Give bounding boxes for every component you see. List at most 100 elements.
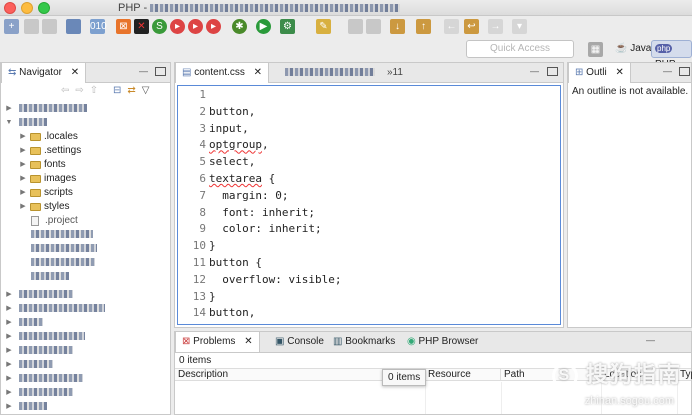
collapse-all-icon[interactable]: ⊟ [113, 85, 127, 96]
expand-icon[interactable]: ▶ [5, 102, 13, 116]
annotation-next-icon[interactable]: ↓ [390, 19, 405, 34]
tree-row[interactable]: ▶ [5, 302, 105, 316]
forward-icon[interactable]: ⇨ [75, 85, 89, 96]
maximize-window-button[interactable] [38, 2, 50, 14]
minimize-icon[interactable]: — [645, 335, 656, 346]
tree-row-scripts[interactable]: ▶ scripts [19, 186, 73, 200]
code-line[interactable]: font: inherit; [209, 206, 315, 219]
tab-console[interactable]: ▣ Console [269, 332, 330, 352]
search-icon[interactable]: ✎ [316, 19, 331, 34]
close-icon[interactable]: ✕ [71, 67, 79, 78]
tree-row[interactable]: ▶ [5, 288, 73, 302]
code-line[interactable]: overflow: visible; [209, 273, 341, 286]
tree-row[interactable]: ▶ [5, 102, 87, 116]
debug-icon[interactable]: ✱ [232, 19, 247, 34]
forward-icon[interactable]: → [488, 19, 503, 34]
code-line[interactable]: } [209, 239, 216, 252]
sql-icon[interactable]: S [152, 19, 167, 34]
code-line[interactable]: select { [209, 323, 262, 324]
minimize-window-button[interactable] [21, 2, 33, 14]
tab-php-browser[interactable]: ◉ PHP Browser [401, 332, 484, 352]
annotation-prev-icon[interactable]: ↑ [416, 19, 431, 34]
code-editor[interactable]: 1 2 button, 3 input, 4 optgroup, 5 select, 6 texta… [177, 85, 561, 325]
tree-row[interactable] [29, 228, 93, 242]
expand-icon[interactable]: ▶ [19, 158, 27, 172]
more-icon[interactable]: ▾ [512, 19, 527, 34]
tab-bookmarks[interactable]: ▥ Bookmarks [327, 332, 401, 352]
maximize-icon[interactable] [679, 67, 690, 76]
debug-file-icon[interactable]: ▸ [188, 19, 203, 34]
tab-content-css[interactable]: ▤ content.css ✕ [175, 63, 269, 83]
column-resource[interactable]: Resource [425, 369, 501, 381]
tree-row[interactable]: ▶ [5, 344, 73, 358]
tree-row[interactable] [29, 242, 97, 256]
print-icon[interactable] [66, 19, 81, 34]
tree-row[interactable]: ▶ [5, 400, 47, 414]
perspective-php[interactable]: php PHP [651, 40, 692, 70]
expand-icon[interactable]: ▶ [19, 130, 27, 144]
close-window-button[interactable] [4, 2, 16, 14]
tree-row-locales[interactable]: ▶ .locales [19, 130, 78, 144]
tree-row[interactable] [29, 256, 95, 270]
save-icon[interactable] [24, 19, 39, 34]
run-icon[interactable]: ▶ [256, 19, 271, 34]
code-line[interactable]: margin: 0; [209, 189, 288, 202]
run-file-icon[interactable]: ▸ [170, 19, 185, 34]
tree-row[interactable]: ▼ [5, 116, 47, 130]
expand-icon[interactable]: ▶ [5, 316, 13, 330]
quick-access-input[interactable]: Quick Access [466, 40, 574, 58]
expand-icon[interactable]: ▶ [19, 144, 27, 158]
perspective-java[interactable]: ☕ Java [612, 40, 654, 58]
up-icon[interactable]: ⇧ [90, 85, 104, 96]
step-icon[interactable]: ▸ [206, 19, 221, 34]
code-line[interactable]: input, [209, 122, 249, 135]
link-editor-icon[interactable]: ⇄ [127, 85, 141, 96]
tab-other-files[interactable] [279, 63, 381, 83]
expand-icon[interactable]: ▶ [5, 386, 13, 400]
expand-icon[interactable]: ▶ [5, 400, 13, 414]
bug-icon[interactable]: ⊠ [116, 19, 131, 34]
new-icon[interactable]: + [4, 19, 19, 34]
tree-row-styles[interactable]: ▶ styles [19, 200, 69, 214]
minimize-icon[interactable]: — [138, 66, 149, 77]
expand-icon[interactable]: ▶ [5, 288, 13, 302]
minimize-icon[interactable]: — [662, 66, 673, 77]
code-line[interactable]: button { [209, 256, 262, 269]
open-perspective-icon[interactable]: ▦ [588, 42, 603, 57]
tab-problems[interactable]: ⊠ Problems ✕ [175, 332, 260, 352]
maximize-icon[interactable] [155, 67, 166, 76]
expand-icon[interactable]: ▶ [5, 372, 13, 386]
tab-outline[interactable]: ⊞ Outli ✕ [568, 63, 631, 83]
collapse-icon[interactable]: ▼ [5, 116, 13, 130]
code-line[interactable]: optgroup, [209, 138, 269, 151]
binary-icon[interactable]: 010 [90, 19, 107, 34]
tree-row[interactable]: ▶ [5, 316, 43, 330]
close-icon[interactable]: ✕ [254, 67, 262, 78]
tab-overflow[interactable]: »11 [381, 63, 409, 83]
expand-icon[interactable]: ▶ [19, 200, 27, 214]
tree-row[interactable]: ▶ [5, 386, 73, 400]
view-menu-icon[interactable]: ▽ [142, 85, 156, 96]
mark-icon[interactable] [366, 19, 381, 34]
external-tools-icon[interactable]: ⚙ [280, 19, 295, 34]
expand-icon[interactable]: ▶ [19, 186, 27, 200]
expand-icon[interactable]: ▶ [19, 172, 27, 186]
tree-row-project[interactable]: .project [29, 214, 78, 228]
code-line[interactable]: } [209, 290, 216, 303]
minimize-icon[interactable]: — [529, 66, 540, 77]
stop-icon[interactable]: ✕ [134, 19, 149, 34]
tree-row[interactable] [29, 270, 69, 284]
maximize-icon[interactable] [547, 67, 558, 76]
tab-navigator[interactable]: ⇆ Navigator ✕ [1, 63, 87, 83]
code-line[interactable]: button, [209, 306, 255, 319]
expand-icon[interactable]: ▶ [5, 330, 13, 344]
toggle-icon[interactable] [348, 19, 363, 34]
close-icon[interactable]: ✕ [616, 67, 624, 78]
expand-icon[interactable]: ▶ [5, 344, 13, 358]
code-line[interactable]: textarea { [209, 172, 275, 185]
code-line[interactable]: color: inherit; [209, 222, 321, 235]
close-icon[interactable]: ✕ [244, 336, 252, 347]
code-line[interactable]: select, [209, 155, 255, 168]
tree-row-settings[interactable]: ▶ .settings [19, 144, 81, 158]
back-icon[interactable]: ⇦ [61, 85, 75, 96]
